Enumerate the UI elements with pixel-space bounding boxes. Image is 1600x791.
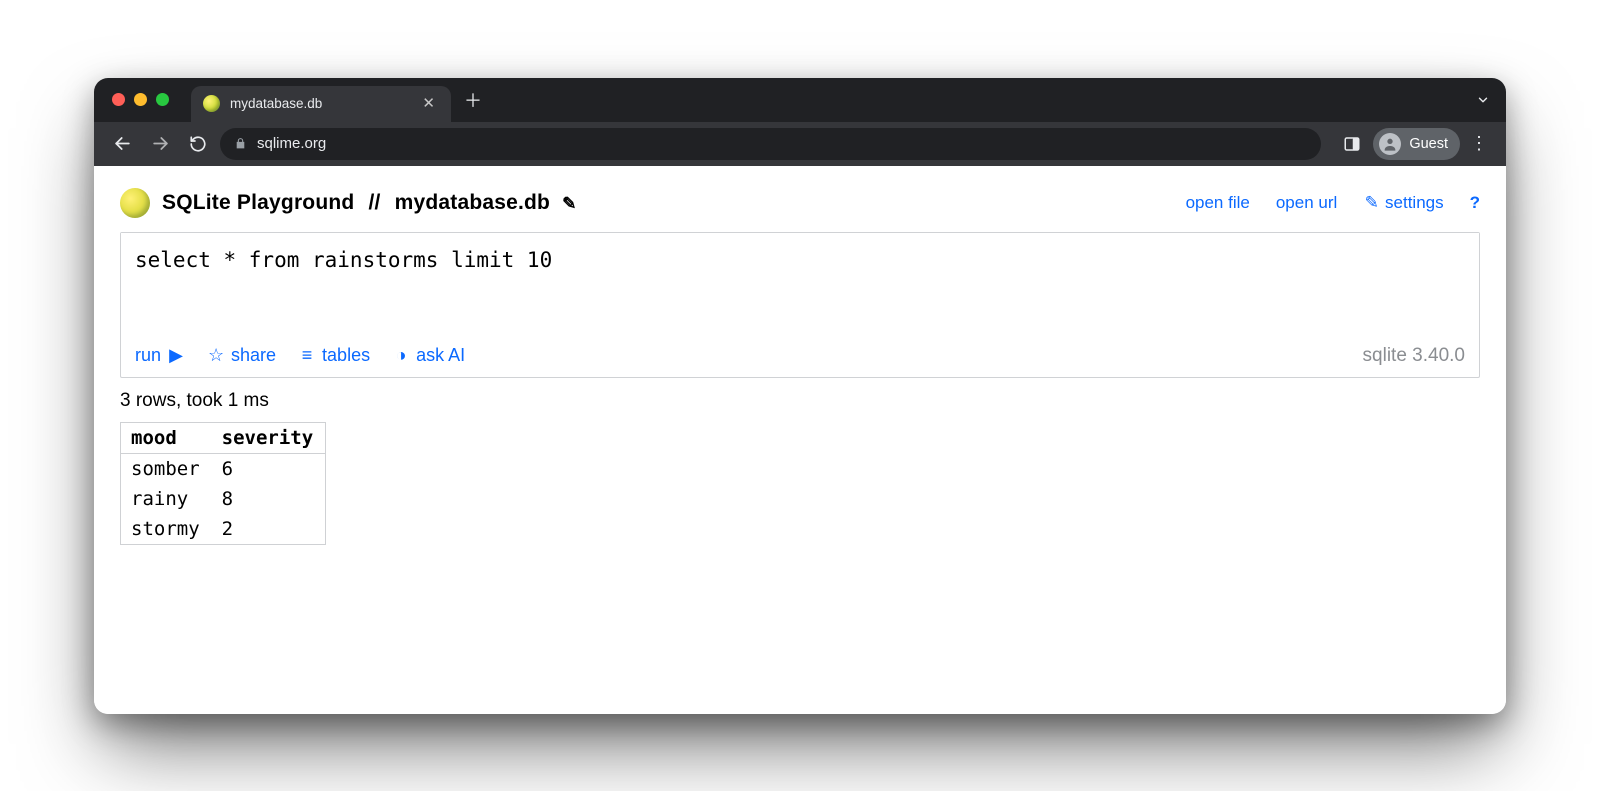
open-file-link[interactable]: open file	[1186, 193, 1250, 213]
url-text: sqlime.org	[257, 135, 326, 152]
side-panel-button[interactable]	[1335, 128, 1369, 160]
new-tab-button[interactable]: ＋	[459, 86, 487, 114]
share-label: share	[231, 345, 276, 366]
edit-db-name-icon[interactable]: ✎	[562, 194, 576, 213]
profile-button[interactable]: Guest	[1373, 128, 1460, 160]
editor-panel: run ▶ ☆ share ≡ tables ◑ ask AI sqlite 3…	[120, 232, 1480, 378]
editor-actions: run ▶ ☆ share ≡ tables ◑ ask AI	[135, 345, 465, 366]
col-severity: severity	[212, 422, 326, 453]
help-link[interactable]: ?	[1470, 193, 1480, 213]
browser-toolbar: sqlime.org Guest ⋮	[94, 122, 1506, 166]
result-table: mood severity somber 6 rainy 8 stormy 2	[120, 422, 326, 545]
browser-menu-button[interactable]: ⋮	[1464, 133, 1494, 154]
run-label: run	[135, 345, 161, 366]
settings-icon: ✎	[1363, 193, 1380, 213]
cell-severity: 8	[212, 484, 326, 514]
nav-forward-button[interactable]	[144, 128, 176, 160]
tables-label: tables	[322, 345, 370, 366]
tab-close-button[interactable]: ✕	[418, 94, 439, 113]
tab-title: mydatabase.db	[230, 96, 408, 111]
settings-link[interactable]: ✎ settings	[1363, 193, 1443, 213]
tab-overflow-button[interactable]	[1476, 93, 1490, 107]
sql-editor[interactable]	[121, 233, 1479, 343]
run-button[interactable]: run ▶	[135, 345, 185, 366]
settings-label: settings	[1385, 193, 1444, 212]
col-mood: mood	[121, 422, 212, 453]
tab-strip: mydatabase.db ✕ ＋	[94, 78, 1506, 122]
app-logo	[120, 188, 150, 218]
nav-back-button[interactable]	[106, 128, 138, 160]
ai-icon: ◑	[392, 345, 410, 366]
editor-toolbar: run ▶ ☆ share ≡ tables ◑ ask AI sqlite 3…	[121, 343, 1479, 377]
page-header: SQLite Playground // mydatabase.db ✎ ope…	[120, 188, 1480, 218]
browser-tab[interactable]: mydatabase.db ✕	[191, 86, 451, 122]
title-separator: //	[368, 191, 380, 214]
window-minimize-button[interactable]	[134, 93, 147, 106]
tab-favicon	[203, 95, 220, 112]
star-icon: ☆	[207, 345, 225, 366]
cell-mood: stormy	[121, 514, 212, 545]
profile-avatar-icon	[1379, 133, 1401, 155]
window-controls	[112, 93, 169, 106]
result-status: 3 rows, took 1 ms	[120, 390, 1480, 412]
result-header-row: mood severity	[121, 422, 326, 453]
table-row: somber 6	[121, 453, 326, 484]
window-zoom-button[interactable]	[156, 93, 169, 106]
window-close-button[interactable]	[112, 93, 125, 106]
sqlite-version: sqlite 3.40.0	[1363, 345, 1465, 367]
open-url-link[interactable]: open url	[1276, 193, 1337, 213]
page-title-group: SQLite Playground // mydatabase.db ✎	[120, 188, 577, 218]
cell-mood: rainy	[121, 484, 212, 514]
db-name[interactable]: mydatabase.db	[395, 191, 551, 214]
app-name: SQLite Playground	[162, 191, 354, 214]
cell-severity: 6	[212, 453, 326, 484]
profile-label: Guest	[1409, 136, 1448, 152]
toolbar-right: Guest ⋮	[1335, 128, 1494, 160]
nav-reload-button[interactable]	[182, 128, 214, 160]
ask-ai-label: ask AI	[416, 345, 465, 366]
cell-mood: somber	[121, 453, 212, 484]
address-bar[interactable]: sqlime.org	[220, 128, 1321, 160]
share-button[interactable]: ☆ share	[207, 345, 276, 366]
table-row: rainy 8	[121, 484, 326, 514]
ask-ai-button[interactable]: ◑ ask AI	[392, 345, 465, 366]
lock-icon	[234, 137, 247, 150]
cell-severity: 2	[212, 514, 326, 545]
header-links: open file open url ✎ settings ?	[1186, 193, 1480, 213]
list-icon: ≡	[298, 345, 316, 366]
browser-window: mydatabase.db ✕ ＋ sqlime.or	[94, 78, 1506, 714]
play-icon: ▶	[167, 345, 185, 366]
tables-button[interactable]: ≡ tables	[298, 345, 370, 366]
page-title: SQLite Playground // mydatabase.db ✎	[162, 191, 577, 215]
table-row: stormy 2	[121, 514, 326, 545]
page-content: SQLite Playground // mydatabase.db ✎ ope…	[94, 166, 1506, 714]
